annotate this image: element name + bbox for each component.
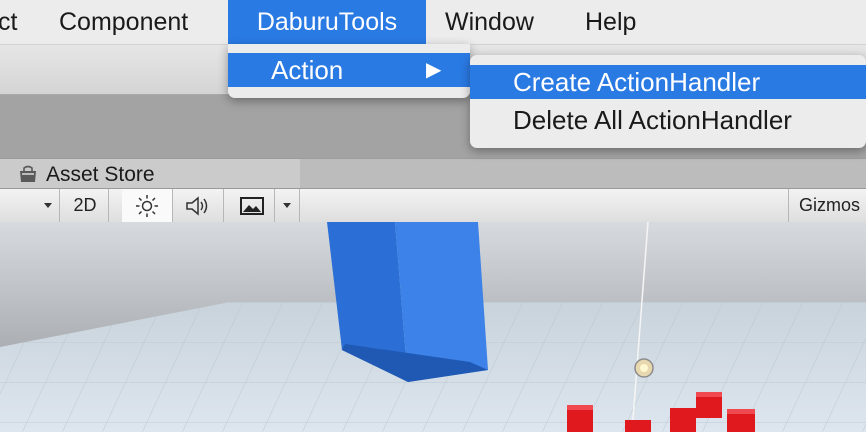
menu-item-label: Delete All ActionHandler (513, 105, 792, 135)
shop-icon (20, 165, 36, 182)
daburutools-menu: Action ▶ (228, 44, 470, 98)
scene-view[interactable] (0, 222, 866, 432)
image-icon (240, 196, 264, 215)
menu-daburutools[interactable]: DaburuTools (228, 0, 426, 44)
light-gizmo[interactable] (634, 358, 654, 378)
tab-bar-empty (300, 158, 866, 189)
tab-label: Asset Store (46, 163, 155, 186)
menu-bar: ct Component DaburuTools Window Help (0, 0, 866, 45)
scene-canvas (0, 222, 866, 432)
audio-toggle-button[interactable] (173, 189, 224, 222)
tab-asset-store[interactable]: Asset Store (0, 158, 300, 189)
scene-toolbar: 2D Gizmos (0, 188, 866, 223)
menu-item-delete-all-actionhandler[interactable]: Delete All ActionHandler (470, 103, 866, 137)
effects-toggle-button[interactable] (230, 189, 275, 222)
effects-dropdown[interactable] (275, 189, 300, 222)
menu-item-action[interactable]: Action ▶ (228, 53, 470, 87)
lighting-toggle-button[interactable] (122, 189, 173, 222)
dropdown-arrow-icon (44, 202, 52, 208)
action-submenu: Create ActionHandler Delete All ActionHa… (470, 55, 866, 148)
menu-window[interactable]: Window (445, 0, 534, 44)
shading-dropdown[interactable] (0, 189, 60, 222)
2d-toggle-button[interactable]: 2D (62, 189, 109, 222)
submenu-arrow-icon: ▶ (426, 59, 442, 81)
menu-item-label: Create ActionHandler (513, 67, 761, 97)
menu-project[interactable]: ct (0, 0, 38, 44)
menu-item-label: Action (271, 55, 344, 85)
dropdown-arrow-icon (283, 202, 291, 208)
menu-item-create-actionhandler[interactable]: Create ActionHandler (470, 65, 866, 99)
menu-component[interactable]: Component (59, 0, 188, 44)
sun-icon (136, 194, 158, 217)
speaker-icon (186, 195, 208, 216)
menu-help[interactable]: Help (585, 0, 636, 44)
gizmos-dropdown[interactable]: Gizmos (788, 189, 866, 222)
